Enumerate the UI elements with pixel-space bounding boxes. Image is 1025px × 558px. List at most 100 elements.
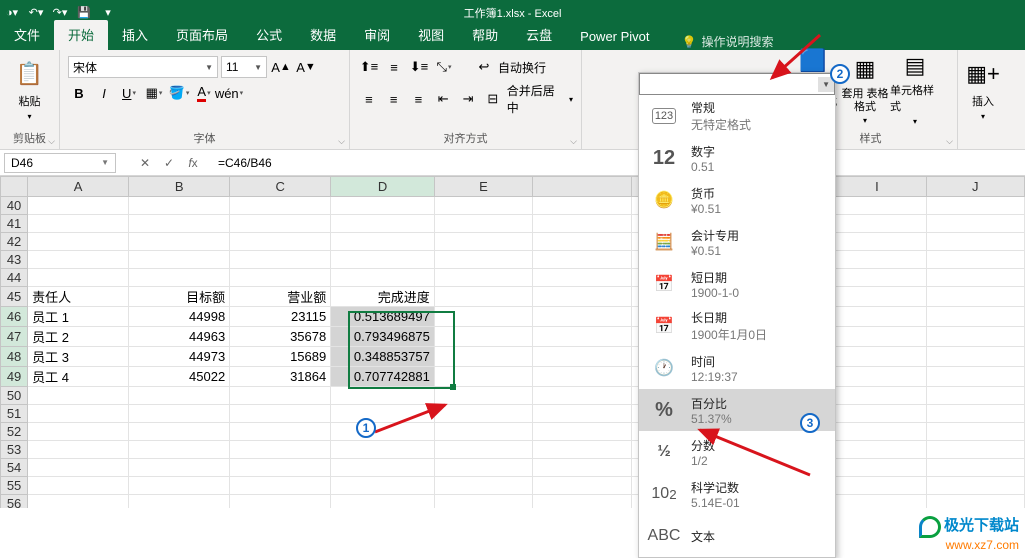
row-header-46[interactable]: 46 [1, 307, 28, 327]
insert-cells-button[interactable]: ▦+ 插入▾ [964, 53, 1002, 125]
cell-A46[interactable]: 员工 1 [28, 307, 129, 327]
indent-inc-icon[interactable]: ⇥ [457, 88, 479, 110]
cell-J49[interactable] [926, 367, 1024, 387]
row-header-45[interactable]: 45 [1, 287, 28, 307]
cell-C53[interactable] [230, 441, 331, 459]
cell-44[interactable] [533, 269, 631, 287]
cell-56[interactable] [533, 495, 631, 509]
orientation-icon[interactable]: ⤡ [433, 56, 455, 78]
cell-42[interactable] [533, 233, 631, 251]
cell-E47[interactable] [434, 327, 532, 347]
indent-dec-icon[interactable]: ⇤ [432, 88, 454, 110]
cell-49[interactable] [533, 367, 631, 387]
cell-48[interactable] [533, 347, 631, 367]
cell-D50[interactable] [331, 387, 435, 405]
fill-color-button[interactable]: 🪣 [168, 82, 190, 104]
cell-E52[interactable] [434, 423, 532, 441]
save-icon[interactable]: 💾 [76, 5, 92, 21]
cell-A55[interactable] [28, 477, 129, 495]
tab-帮助[interactable]: 帮助 [458, 20, 512, 50]
col-header-J[interactable]: J [926, 177, 1024, 197]
cell-I52[interactable] [828, 423, 926, 441]
cell-A41[interactable] [28, 215, 129, 233]
cell-I55[interactable] [828, 477, 926, 495]
cell-47[interactable] [533, 327, 631, 347]
cell-A48[interactable]: 员工 3 [28, 347, 129, 367]
cell-C51[interactable] [230, 405, 331, 423]
cell-I47[interactable] [828, 327, 926, 347]
cell-D43[interactable] [331, 251, 435, 269]
font-name-select[interactable]: 宋体▼ [68, 56, 218, 78]
merge-center-button[interactable]: 合并后居中 [507, 82, 566, 116]
underline-button[interactable]: U [118, 82, 140, 104]
cell-I40[interactable] [828, 197, 926, 215]
enter-icon[interactable]: ✓ [158, 153, 180, 173]
cell-A53[interactable] [28, 441, 129, 459]
cell-41[interactable] [533, 215, 631, 233]
cell-A50[interactable] [28, 387, 129, 405]
cell-D54[interactable] [331, 459, 435, 477]
tell-me[interactable]: 💡 操作说明搜索 [682, 33, 774, 50]
number-format-分数[interactable]: ½ 分数1/2 [639, 431, 835, 473]
cell-J43[interactable] [926, 251, 1024, 269]
qat-more-icon[interactable]: ▾ [100, 5, 116, 21]
col-header-D[interactable]: D [331, 177, 435, 197]
cell-C52[interactable] [230, 423, 331, 441]
cell-J44[interactable] [926, 269, 1024, 287]
bold-button[interactable]: B [68, 82, 90, 104]
cell-C45[interactable]: 营业额 [230, 287, 331, 307]
cell-J55[interactable] [926, 477, 1024, 495]
row-header-43[interactable]: 43 [1, 251, 28, 269]
tab-开始[interactable]: 开始 [54, 20, 108, 50]
cell-I53[interactable] [828, 441, 926, 459]
cell-J46[interactable] [926, 307, 1024, 327]
cell-51[interactable] [533, 405, 631, 423]
wrap-text-button[interactable]: 自动换行 [498, 59, 546, 76]
row-header-49[interactable]: 49 [1, 367, 28, 387]
select-all-corner[interactable] [1, 177, 28, 197]
cell-D49[interactable]: 0.707742881 [331, 367, 435, 387]
col-header-[interactable] [533, 177, 631, 197]
cell-E55[interactable] [434, 477, 532, 495]
row-header-42[interactable]: 42 [1, 233, 28, 251]
row-header-55[interactable]: 55 [1, 477, 28, 495]
cell-B46[interactable]: 44998 [129, 307, 230, 327]
row-header-50[interactable]: 50 [1, 387, 28, 405]
cell-I54[interactable] [828, 459, 926, 477]
cell-E48[interactable] [434, 347, 532, 367]
cancel-icon[interactable]: ✕ [134, 153, 156, 173]
cell-B44[interactable] [129, 269, 230, 287]
undo-icon[interactable]: ↶▾ [28, 5, 44, 21]
cell-J50[interactable] [926, 387, 1024, 405]
border-button[interactable]: ▦ [143, 82, 165, 104]
cell-D42[interactable] [331, 233, 435, 251]
cell-D41[interactable] [331, 215, 435, 233]
cell-C55[interactable] [230, 477, 331, 495]
number-format-货币[interactable]: 🪙 货币¥0.51 [639, 179, 835, 221]
cell-E50[interactable] [434, 387, 532, 405]
cell-40[interactable] [533, 197, 631, 215]
cell-C48[interactable]: 15689 [230, 347, 331, 367]
tab-数据[interactable]: 数据 [296, 20, 350, 50]
col-header-B[interactable]: B [129, 177, 230, 197]
cell-E40[interactable] [434, 197, 532, 215]
cell-I51[interactable] [828, 405, 926, 423]
cell-52[interactable] [533, 423, 631, 441]
paste-button[interactable]: 📋 粘贴 ▾ [6, 53, 53, 125]
cell-D40[interactable] [331, 197, 435, 215]
cell-J54[interactable] [926, 459, 1024, 477]
cell-E42[interactable] [434, 233, 532, 251]
cell-A52[interactable] [28, 423, 129, 441]
spreadsheet-grid[interactable]: ABCDEHIJ404142434445责任人目标额营业额完成进度46员工 14… [0, 176, 1025, 508]
cell-E56[interactable] [434, 495, 532, 509]
cell-A40[interactable] [28, 197, 129, 215]
number-format-短日期[interactable]: 📅 短日期1900-1-0 [639, 263, 835, 305]
number-format-常规[interactable]: 123 常规无特定格式 [639, 95, 835, 137]
cell-A49[interactable]: 员工 4 [28, 367, 129, 387]
row-header-48[interactable]: 48 [1, 347, 28, 367]
cell-B49[interactable]: 45022 [129, 367, 230, 387]
cell-46[interactable] [533, 307, 631, 327]
cell-E41[interactable] [434, 215, 532, 233]
cell-C46[interactable]: 23115 [230, 307, 331, 327]
cell-B53[interactable] [129, 441, 230, 459]
